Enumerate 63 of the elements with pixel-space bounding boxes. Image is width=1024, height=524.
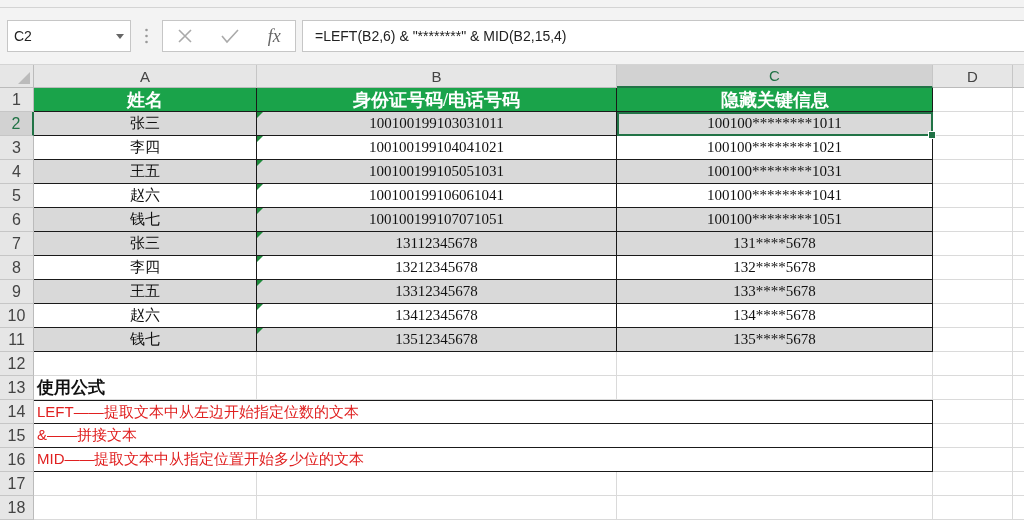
table-cell[interactable]: 100100********1021 bbox=[617, 136, 933, 160]
column-header[interactable]: D bbox=[933, 65, 1013, 88]
table-cell[interactable]: 100100199103031011 bbox=[257, 112, 617, 136]
table-cell[interactable]: 13412345678 bbox=[257, 304, 617, 328]
row-header[interactable]: 2 bbox=[0, 112, 34, 136]
table-cell[interactable]: 100100199106061041 bbox=[257, 184, 617, 208]
formula-field[interactable]: =LEFT(B2,6) & "********" & MID(B2,15,4) bbox=[302, 20, 1024, 52]
row-header[interactable]: 17 bbox=[0, 472, 34, 496]
table-cell[interactable]: 135****5678 bbox=[617, 328, 933, 352]
row-header[interactable]: 12 bbox=[0, 352, 34, 376]
table-cell[interactable]: 100100199107071051 bbox=[257, 208, 617, 232]
name-box[interactable]: C2 bbox=[7, 20, 131, 52]
row-header[interactable]: 13 bbox=[0, 376, 34, 400]
row-header[interactable]: 9 bbox=[0, 280, 34, 304]
table-cell[interactable]: 134****5678 bbox=[617, 304, 933, 328]
note-text: LEFT——提取文本中从左边开始指定位数的文本 bbox=[34, 400, 933, 424]
header-cell: 姓名 bbox=[34, 88, 257, 112]
table-cell[interactable]: 100100199105051031 bbox=[257, 160, 617, 184]
table-cell[interactable]: 13512345678 bbox=[257, 328, 617, 352]
row-header[interactable]: 5 bbox=[0, 184, 34, 208]
column-header[interactable]: B bbox=[257, 65, 617, 88]
table-cell[interactable]: 100100199104041021 bbox=[257, 136, 617, 160]
row-header[interactable]: 8 bbox=[0, 256, 34, 280]
row-header[interactable]: 18 bbox=[0, 496, 34, 520]
row-header[interactable]: 14 bbox=[0, 400, 34, 424]
row-header[interactable]: 3 bbox=[0, 136, 34, 160]
insert-function-button[interactable]: fx bbox=[267, 25, 281, 47]
table-cell[interactable]: 李四 bbox=[34, 136, 257, 160]
table-cell[interactable]: 100100********1031 bbox=[617, 160, 933, 184]
table-cell[interactable]: 张三 bbox=[34, 112, 257, 136]
table-cell[interactable]: 钱七 bbox=[34, 328, 257, 352]
section-title: 使用公式 bbox=[34, 376, 257, 400]
table-cell[interactable]: 李四 bbox=[34, 256, 257, 280]
column-header[interactable]: C bbox=[617, 65, 933, 88]
table-cell[interactable]: 131****5678 bbox=[617, 232, 933, 256]
row-header[interactable]: 15 bbox=[0, 424, 34, 448]
table-cell[interactable]: 赵六 bbox=[34, 184, 257, 208]
row-header[interactable]: 4 bbox=[0, 160, 34, 184]
table-cell[interactable]: 13112345678 bbox=[257, 232, 617, 256]
row-header[interactable]: 7 bbox=[0, 232, 34, 256]
note-text: &——拼接文本 bbox=[34, 424, 933, 448]
row-header[interactable]: 1 bbox=[0, 88, 34, 112]
table-cell[interactable]: 133****5678 bbox=[617, 280, 933, 304]
table-cell[interactable]: 13212345678 bbox=[257, 256, 617, 280]
table-cell[interactable]: 132****5678 bbox=[617, 256, 933, 280]
row-header[interactable]: 11 bbox=[0, 328, 34, 352]
table-cell[interactable]: 赵六 bbox=[34, 304, 257, 328]
cell-reference: C2 bbox=[14, 28, 32, 44]
header-cell: 身份证号码/电话号码 bbox=[257, 88, 617, 112]
table-cell[interactable]: 100100********1041 bbox=[617, 184, 933, 208]
table-cell[interactable]: 钱七 bbox=[34, 208, 257, 232]
note-text: MID——提取文本中从指定位置开始多少位的文本 bbox=[34, 448, 933, 472]
table-cell[interactable]: 王五 bbox=[34, 160, 257, 184]
table-cell[interactable]: 13312345678 bbox=[257, 280, 617, 304]
table-cell[interactable]: 王五 bbox=[34, 280, 257, 304]
table-cell[interactable]: 100100********1051 bbox=[617, 208, 933, 232]
table-cell[interactable]: 张三 bbox=[34, 232, 257, 256]
row-header[interactable]: 16 bbox=[0, 448, 34, 472]
column-header[interactable]: A bbox=[34, 65, 257, 88]
row-header[interactable]: 6 bbox=[0, 208, 34, 232]
header-cell: 隐藏关键信息 bbox=[617, 88, 933, 112]
row-header[interactable]: 10 bbox=[0, 304, 34, 328]
table-cell[interactable]: 100100********1011 bbox=[617, 112, 933, 136]
